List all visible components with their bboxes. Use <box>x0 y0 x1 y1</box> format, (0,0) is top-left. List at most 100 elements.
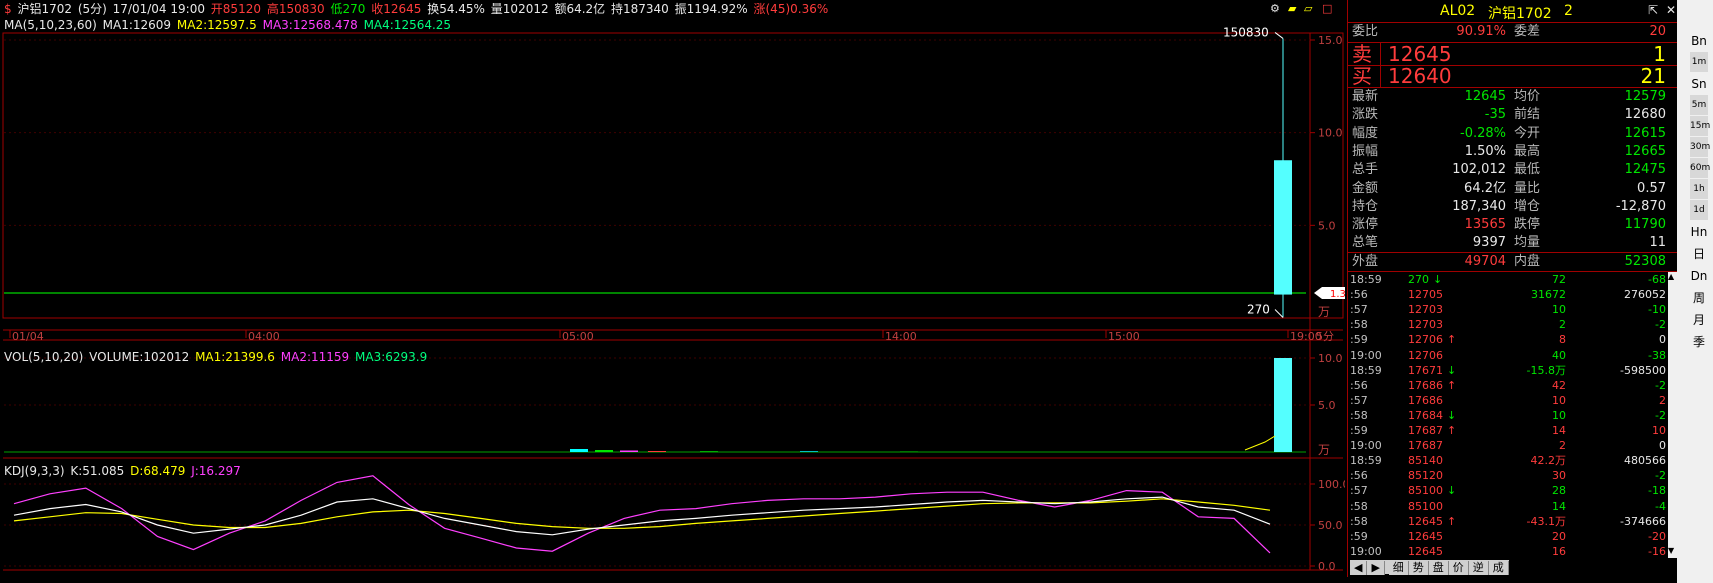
buy-row[interactable]: 买 12640 21 <box>1348 65 1678 87</box>
tick-row[interactable]: 19:00 12706 40 -38 <box>1348 348 1668 363</box>
stat-value: 12645 <box>1464 89 1506 104</box>
side-label-6[interactable]: 月 <box>1690 309 1708 331</box>
tick-arrow: ↑ <box>1447 333 1457 347</box>
side-label-0[interactable]: Bn <box>1690 30 1708 52</box>
tick-volume: 2 <box>1559 439 1566 453</box>
quote-panel: AL02 沪铝1702 2 ⇱ ✕ 委比 90.91% 委差 20 卖 1264… <box>1347 0 1678 577</box>
stat-label: 持仓 <box>1352 198 1379 214</box>
tick-row[interactable]: 19:00 12645 16 -16 <box>1348 544 1668 559</box>
side-label-1[interactable]: Sn <box>1690 73 1708 95</box>
outer-label: 外盘 <box>1352 254 1379 269</box>
tick-row[interactable]: :57 85100 ↓ 28 -18 <box>1348 483 1668 498</box>
tick-row[interactable]: :58 17684 ↓ 10 -2 <box>1348 408 1668 423</box>
side-label-2[interactable]: Hn <box>1690 221 1708 243</box>
side-label-3[interactable]: 日 <box>1690 243 1708 265</box>
tick-row[interactable]: 18:59 17671 ↓ -15.8万 -598500 <box>1348 363 1668 378</box>
tick-delta: -38 <box>1648 348 1666 362</box>
close-icon[interactable]: ✕ <box>1666 3 1676 17</box>
side-period-button-1[interactable]: 5m <box>1690 95 1708 115</box>
tick-delta: -2 <box>1655 318 1666 332</box>
stat-label-2: 最高 <box>1514 143 1541 159</box>
tick-row[interactable]: :59 12645 20 -20 <box>1348 529 1668 544</box>
order-book: 卖 12645 1 买 12640 21 <box>1348 42 1678 88</box>
time-tick-label: 04:00 <box>248 330 280 343</box>
pin-icon[interactable]: ⇱ <box>1648 3 1658 17</box>
scroll-down-icon[interactable]: ▼ <box>1668 546 1674 555</box>
side-period-button-6[interactable]: 1d <box>1690 200 1708 220</box>
tick-time: :58 <box>1350 318 1368 332</box>
tick-volume: 28 <box>1552 484 1566 498</box>
tick-time: :57 <box>1350 393 1368 407</box>
tick-volume: 20 <box>1552 529 1566 543</box>
tab-next-icon[interactable]: ▶ <box>1367 561 1385 575</box>
tick-delta: 0 <box>1659 333 1666 347</box>
bottom-tab-2[interactable]: 盘 <box>1428 561 1449 575</box>
buy-divider <box>1380 65 1381 87</box>
stat-value: 9397 <box>1472 235 1506 251</box>
tick-price: 12705 <box>1408 288 1443 302</box>
side-period-button-0[interactable]: 1m <box>1690 52 1708 72</box>
stat-label: 振幅 <box>1352 143 1379 159</box>
tick-row[interactable]: 18:59 85140 42.2万 480566 <box>1348 453 1668 468</box>
stat-value-2: 12475 <box>1624 162 1666 178</box>
vol-bar-small <box>570 449 588 452</box>
tick-row[interactable]: :59 17687 ↑ 14 10 <box>1348 423 1668 438</box>
tick-row[interactable]: :56 12705 31672 276052 <box>1348 287 1668 302</box>
tick-row[interactable]: :56 17686 ↑ 42 -2 <box>1348 378 1668 393</box>
tick-volume: 10 <box>1552 408 1566 422</box>
bottom-tab-5[interactable]: 成 <box>1488 561 1509 575</box>
stat-value: 187,340 <box>1452 198 1506 214</box>
kdj-tick-label: 50.0 <box>1318 519 1343 532</box>
side-period-button-3[interactable]: 30m <box>1690 137 1710 157</box>
kdj-k-line <box>13 496 1271 536</box>
tick-price: 12703 <box>1408 303 1443 317</box>
quote-stat-row: 振幅 1.50% 最高 12665 <box>1348 143 1678 161</box>
tab-prev-icon[interactable]: ◀ <box>1350 561 1368 575</box>
tick-row[interactable]: :57 12703 10 -10 <box>1348 302 1668 317</box>
tick-price: 270 <box>1408 273 1429 286</box>
side-label-7[interactable]: 季 <box>1690 331 1708 353</box>
side-toolbar: Bn 1m Sn 5m 15m 30m 60m 1h 1d Hn 日 Dn 周月季 <box>1690 30 1712 353</box>
side-label-4[interactable]: Dn <box>1690 265 1708 287</box>
tick-volume: 8 <box>1559 333 1566 347</box>
tick-time: 19:00 <box>1350 348 1382 362</box>
tick-time: 19:00 <box>1350 544 1382 558</box>
chart-area[interactable]: $ 沪铝1702 (5分) 17/01/04 19:00 开85120 高150… <box>0 0 1345 583</box>
tick-delta: -10 <box>1648 303 1666 317</box>
scroll-up-icon[interactable]: ▲ <box>1668 272 1674 281</box>
tick-row[interactable]: 18:59 270 ↓ 72 -68 <box>1348 272 1668 287</box>
contract-name: 沪铝1702 <box>1488 6 1552 22</box>
bottom-tab-1[interactable]: 势 <box>1408 561 1429 575</box>
weicha-label: 委差 <box>1514 24 1541 39</box>
tick-price: 12706 <box>1408 333 1443 347</box>
bottom-tab-3[interactable]: 价 <box>1448 561 1469 575</box>
tick-row[interactable]: :58 12703 2 -2 <box>1348 317 1668 332</box>
tick-time: 18:59 <box>1350 363 1382 377</box>
side-period-button-4[interactable]: 60m <box>1690 158 1710 178</box>
price-chart-svg[interactable]: 15.010.05.0万1.315083027001/04 04:00 05:00 1… <box>0 0 1345 583</box>
side-label-5[interactable]: 周 <box>1690 287 1708 309</box>
price-panel-border <box>2 32 1344 319</box>
tick-row[interactable]: :58 12645 ↑ -43.1万 -374666 <box>1348 514 1668 529</box>
tick-delta: -2 <box>1655 408 1666 422</box>
tick-row[interactable]: 19:00 17687 2 0 <box>1348 438 1668 453</box>
tick-row[interactable]: :56 85120 30 -2 <box>1348 468 1668 483</box>
tick-price: 17684 <box>1408 408 1443 422</box>
tick-volume: 10 <box>1552 393 1566 407</box>
tick-row[interactable]: :58 85100 14 -4 <box>1348 499 1668 514</box>
tick-price: 12706 <box>1408 348 1443 362</box>
bottom-tab-0[interactable]: 细 <box>1388 561 1409 575</box>
tick-row[interactable]: :57 17686 10 2 <box>1348 393 1668 408</box>
tick-list[interactable]: 18:59 270 ↓ 72 -68:56 12705 31672 276052… <box>1348 272 1678 558</box>
sell-row[interactable]: 卖 12645 1 <box>1348 43 1678 66</box>
tick-price: 85140 <box>1408 454 1443 468</box>
bottom-tab-4[interactable]: 逆 <box>1468 561 1489 575</box>
tick-time: :58 <box>1350 499 1368 513</box>
tick-price: 17686 <box>1408 378 1443 392</box>
side-period-button-2[interactable]: 15m <box>1690 116 1710 136</box>
tick-row[interactable]: :59 12706 ↑ 8 0 <box>1348 332 1668 347</box>
stat-label: 幅度 <box>1352 125 1379 141</box>
side-period-button-5[interactable]: 1h <box>1690 179 1708 199</box>
vol-bar-small <box>900 451 918 452</box>
tick-delta: -16 <box>1648 544 1666 558</box>
